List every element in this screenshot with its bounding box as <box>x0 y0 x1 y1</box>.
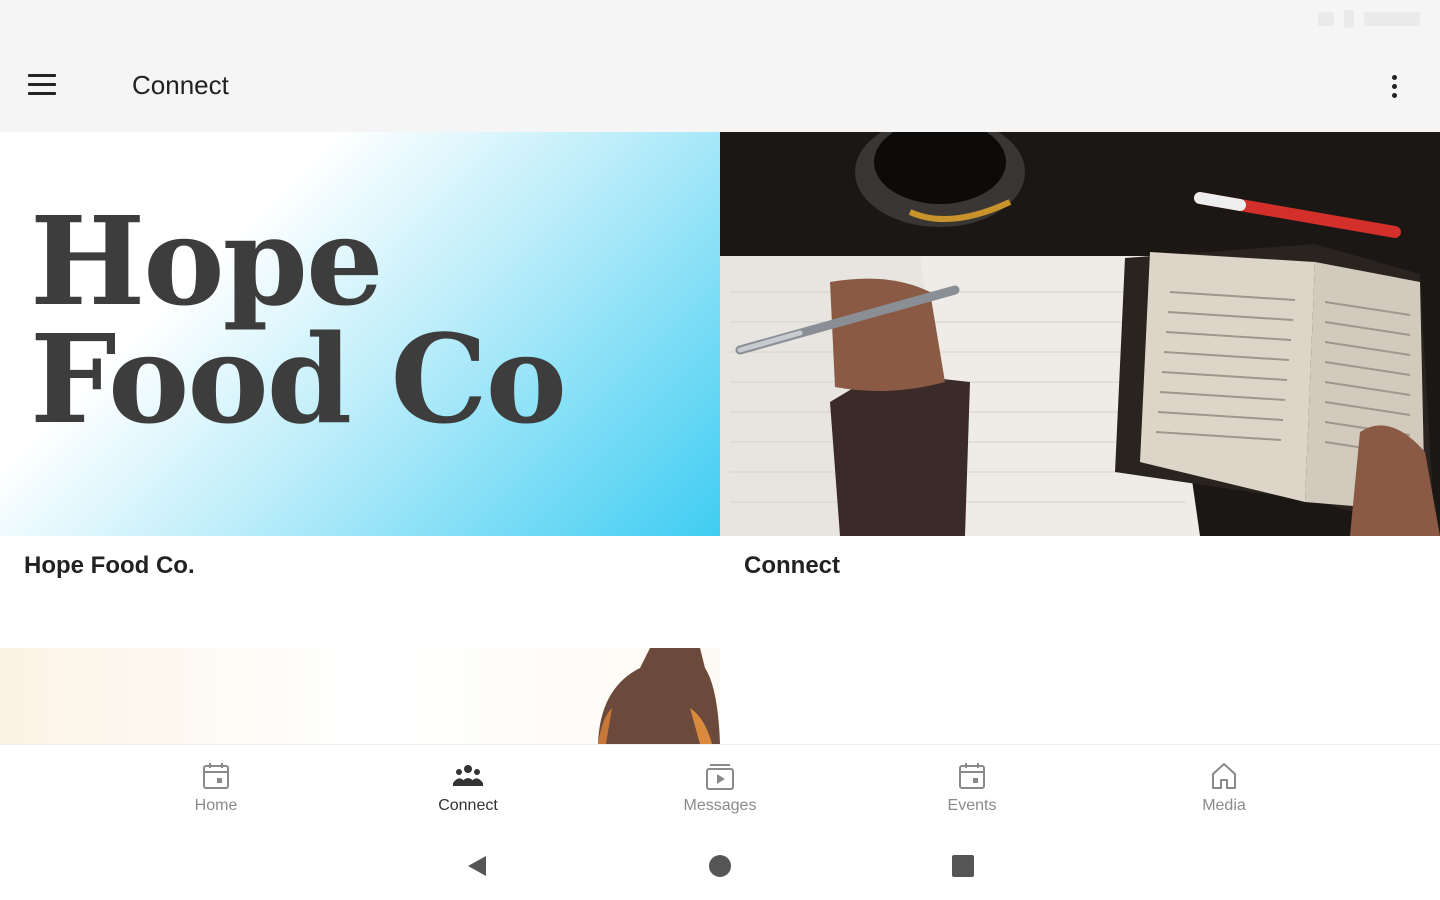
house-icon <box>1212 763 1236 789</box>
nav-item-connect[interactable]: Connect <box>398 745 538 832</box>
page-title: Connect <box>132 70 229 100</box>
recents-button[interactable] <box>941 850 985 882</box>
clock-placeholder <box>1364 12 1420 26</box>
person-photo-image <box>598 648 720 744</box>
nav-label-connect: Connect <box>438 797 498 814</box>
group-icon <box>453 765 483 786</box>
system-navigation-bar <box>0 832 1440 900</box>
nav-label-home: Home <box>194 797 238 814</box>
nav-label-messages: Messages <box>683 797 757 814</box>
nav-label-media: Media <box>1202 797 1246 814</box>
back-button[interactable] <box>455 850 499 882</box>
calendar-icon <box>203 763 229 789</box>
nav-item-media[interactable]: Media <box>1154 745 1294 832</box>
logo-line-2: Food Co <box>30 307 567 451</box>
calendar-icon <box>959 763 985 789</box>
video-icon <box>706 764 734 790</box>
journal-photo-image <box>720 132 1440 536</box>
wifi-icon <box>1318 12 1334 26</box>
back-triangle-icon <box>468 856 486 876</box>
menu-icon[interactable] <box>28 62 80 106</box>
home-circle-icon <box>709 855 731 877</box>
content-grid: Hope Food Co Hope Food Co. Connect <box>0 132 1440 744</box>
app-bar: Connect <box>0 40 1440 132</box>
nav-item-messages[interactable]: Messages <box>650 745 790 832</box>
battery-icon <box>1344 10 1354 28</box>
card-thumbnail: Hope Food Co <box>0 132 720 536</box>
nav-item-home[interactable]: Home <box>146 745 286 832</box>
hope-food-co-logo: Hope Food Co <box>30 189 567 451</box>
status-icons <box>1318 10 1420 28</box>
bottom-navigation: Home Connect Messages Events Media <box>0 744 1440 832</box>
recents-square-icon <box>952 855 974 877</box>
card-title: Connect <box>744 552 840 579</box>
card-thumbnail <box>720 132 1440 536</box>
card-title: Hope Food Co. <box>24 552 195 579</box>
nav-label-events: Events <box>947 797 997 814</box>
card-third[interactable] <box>0 648 720 744</box>
card-hope-food-co[interactable]: Hope Food Co Hope Food Co. <box>0 132 720 612</box>
status-bar <box>0 0 1440 40</box>
logo-line-1: Hope <box>30 189 384 333</box>
overflow-menu-icon[interactable] <box>1372 68 1416 104</box>
card-connect[interactable]: Connect <box>720 132 1440 612</box>
nav-item-events[interactable]: Events <box>902 745 1042 832</box>
home-button[interactable] <box>698 850 742 882</box>
